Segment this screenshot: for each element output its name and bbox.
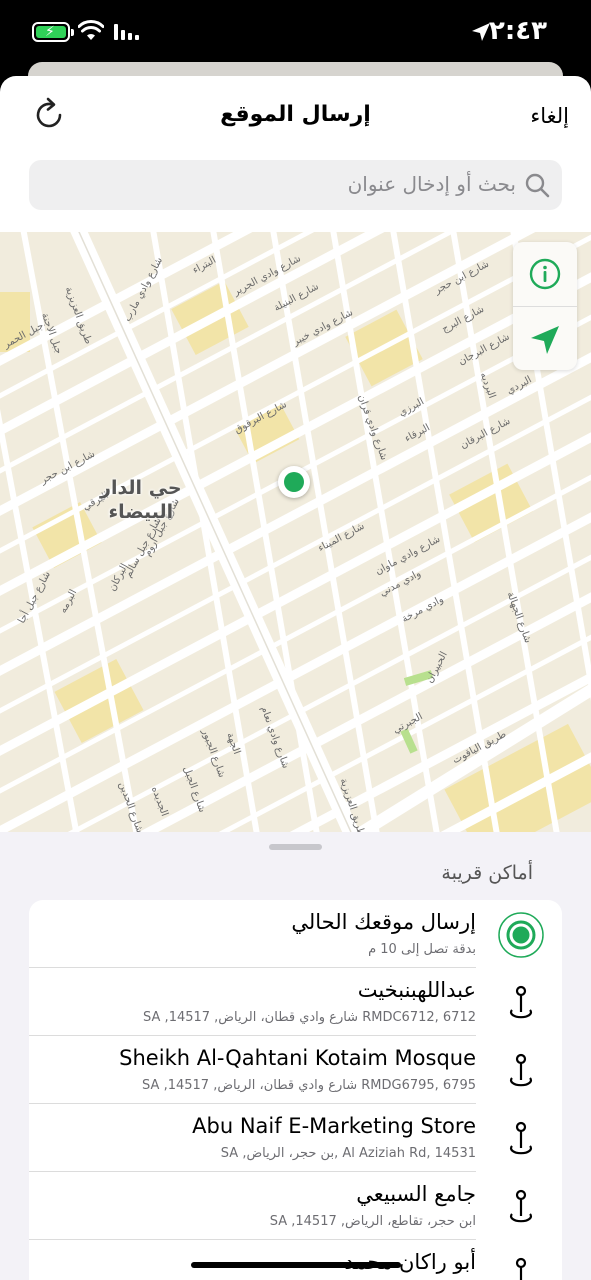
locate-me-icon[interactable] xyxy=(529,324,561,356)
place-pin-icon xyxy=(509,1121,533,1155)
district-label-line-1: حي الدار xyxy=(100,477,182,499)
sheet-header: إلغاء إرسال الموقع xyxy=(0,76,591,156)
list-item[interactable]: Sheikh Al-Qahtani Kotaim Mosque RMDG6795… xyxy=(29,1036,562,1104)
status-bar: ⚡ ٢:٤٣ xyxy=(0,0,591,64)
list-item-title: إرسال موقعك الحالي xyxy=(291,910,476,934)
list-item-subtitle: بدقة تصل إلى 10 م xyxy=(368,942,476,957)
current-location-icon xyxy=(498,912,544,958)
search-icon xyxy=(525,173,550,198)
list-item-subtitle: Al Aziziah Rd, 14531 ,بن حجر، الرياض, SA xyxy=(220,1146,476,1161)
place-pin-icon xyxy=(509,985,533,1019)
place-pin-icon xyxy=(515,1257,527,1280)
list-item-title: عبداللهبنبخيت xyxy=(357,978,476,1002)
nearby-section-title: أماكن قريبة xyxy=(441,862,533,884)
place-pin-icon xyxy=(509,1189,533,1223)
sheet-grabber[interactable] xyxy=(269,844,322,850)
refresh-icon[interactable] xyxy=(30,96,68,134)
home-indicator[interactable] xyxy=(191,1262,401,1268)
battery-icon: ⚡ xyxy=(32,22,74,42)
cellular-signal-icon xyxy=(114,24,139,40)
status-time: ٢:٤٣ xyxy=(488,16,547,46)
page-title: إرسال الموقع xyxy=(220,102,371,127)
list-item-current-location[interactable]: إرسال موقعك الحالي بدقة تصل إلى 10 م xyxy=(29,900,562,968)
list-item[interactable]: Abu Naif E-Marketing Store Al Aziziah Rd… xyxy=(29,1104,562,1172)
map-view[interactable]: طريق العزيزية طريق العزيزية شارع وادي مارب… xyxy=(0,232,591,832)
nearby-list: إرسال موقعك الحالي بدقة تصل إلى 10 م عبد… xyxy=(29,900,562,1280)
list-item-subtitle: RMDG6795, 6795 شارع وادي قطان، الرياض, 1… xyxy=(142,1078,476,1093)
map-roads xyxy=(0,232,591,832)
list-item-subtitle: RMDC6712, 6712 شارع وادي قطان، الرياض, 1… xyxy=(143,1010,476,1025)
district-label-line-2: البيضاء xyxy=(108,501,174,523)
place-pin-icon xyxy=(509,1053,533,1087)
map-controls xyxy=(513,242,577,370)
list-item[interactable]: جامع السبيعي ابن حجر، تقاطع، الرياض, 145… xyxy=(29,1172,562,1240)
search-placeholder: بحث أو إدخال عنوان xyxy=(347,172,516,196)
info-icon[interactable] xyxy=(529,258,561,290)
search-input[interactable]: بحث أو إدخال عنوان xyxy=(29,160,562,210)
selected-location-pin[interactable] xyxy=(278,466,310,498)
list-item[interactable]: أبو راكان محمد xyxy=(29,1240,562,1280)
nearby-panel: أماكن قريبة إرسال موقعك الحالي بدقة تصل … xyxy=(0,832,591,1280)
list-item-title: Abu Naif E-Marketing Store xyxy=(192,1114,476,1138)
list-item[interactable]: عبداللهبنبخيت RMDC6712, 6712 شارع وادي ق… xyxy=(29,968,562,1036)
district-label: حي الدار البيضاء xyxy=(100,476,182,524)
list-item-title: Sheikh Al-Qahtani Kotaim Mosque xyxy=(119,1046,476,1070)
list-item-title: جامع السبيعي xyxy=(356,1182,476,1206)
wifi-icon xyxy=(78,20,104,40)
send-location-sheet: إلغاء إرسال الموقع بحث أو إدخال عنوان طر… xyxy=(0,76,591,1280)
list-item-subtitle: ابن حجر، تقاطع، الرياض, 14517, SA xyxy=(269,1214,476,1229)
